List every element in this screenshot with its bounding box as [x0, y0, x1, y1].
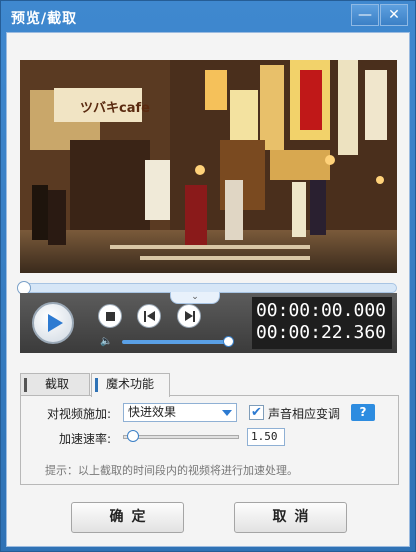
- effect-select-value: 快进效果: [128, 405, 177, 419]
- window-title: 预览/截取: [11, 11, 78, 27]
- speed-value-field[interactable]: 1.50: [247, 428, 285, 446]
- speed-slider[interactable]: [123, 435, 239, 439]
- video-preview: ツバキcafe: [20, 60, 397, 273]
- tab-trim[interactable]: 截取: [20, 373, 90, 396]
- expand-panel-toggle[interactable]: ⌄: [170, 292, 220, 304]
- title-bar[interactable]: 预览/截取 — ✕: [1, 1, 415, 32]
- speed-label: 加速速率:: [59, 432, 112, 446]
- hint-text: 提示：以上截取的时间段内的视频将进行加速处理。: [45, 464, 298, 477]
- speed-slider-thumb[interactable]: [127, 430, 139, 442]
- pitch-checkbox[interactable]: ✔: [249, 405, 264, 420]
- cancel-button[interactable]: 取消: [234, 502, 347, 533]
- chevron-down-icon: [222, 410, 232, 416]
- dialog-body: ツバキcafe 🔈 00:00:00.000 00:00:22.360 ⌄ 截取…: [6, 32, 410, 547]
- tab-magic-label: 魔术功能: [106, 377, 155, 391]
- help-icon[interactable]: ?: [351, 404, 375, 421]
- minimize-button[interactable]: —: [351, 4, 379, 26]
- total-time: 00:00:22.360: [255, 322, 386, 343]
- pitch-label: 声音相应变调: [268, 407, 341, 421]
- current-time: 00:00:00.000: [255, 300, 386, 321]
- dialog-window: 预览/截取 — ✕ ツバキcafe 🔈 00:00:00.000 00:00:2…: [0, 0, 416, 552]
- time-display: 00:00:00.000 00:00:22.360: [252, 297, 392, 349]
- next-frame-icon[interactable]: [177, 304, 201, 328]
- play-icon[interactable]: [32, 302, 74, 344]
- effect-select[interactable]: 快进效果: [123, 403, 237, 422]
- ok-button[interactable]: 确定: [71, 502, 184, 533]
- effect-label: 对视频施加:: [47, 407, 112, 421]
- close-button[interactable]: ✕: [380, 4, 408, 26]
- stop-icon[interactable]: [98, 304, 122, 328]
- previous-frame-icon[interactable]: [137, 304, 161, 328]
- volume-slider[interactable]: [122, 340, 228, 344]
- volume-thumb[interactable]: [223, 336, 234, 347]
- tab-bar: 截取 魔术功能: [20, 373, 400, 397]
- tab-magic[interactable]: 魔术功能: [91, 373, 170, 397]
- shop-sign-text: ツバキcafe: [80, 101, 150, 116]
- tab-trim-label: 截取: [45, 377, 70, 391]
- tab-marker: [24, 378, 27, 392]
- magic-panel: 对视频施加: 快进效果 ✔ 声音相应变调 ? 加速速率: 1.50 提示：以上截…: [20, 395, 399, 485]
- volume-icon[interactable]: 🔈: [100, 337, 114, 347]
- tab-marker: [95, 378, 98, 392]
